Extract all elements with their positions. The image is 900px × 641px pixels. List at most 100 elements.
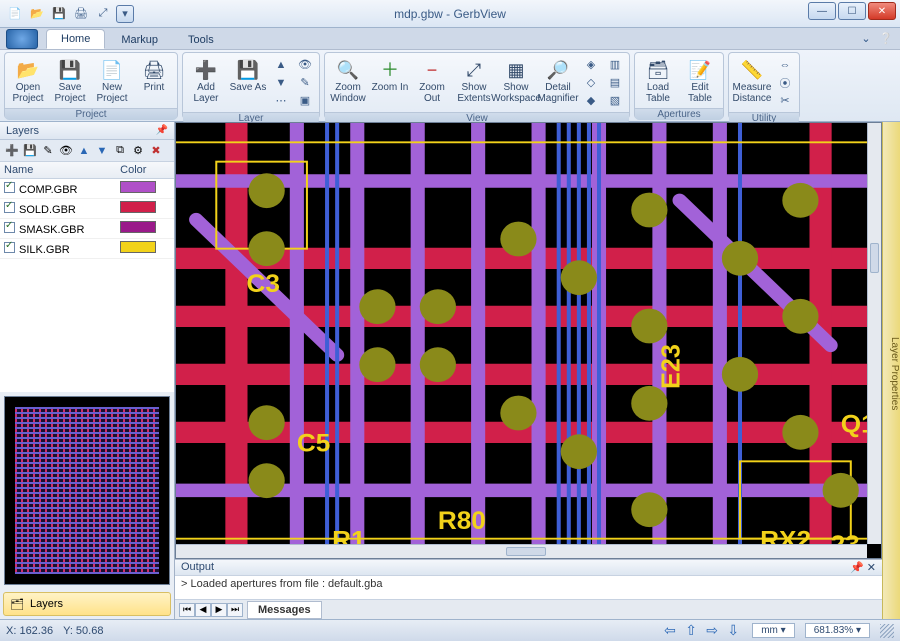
vertical-scrollbar[interactable] [867, 123, 881, 544]
layer-up-icon[interactable]: ▲ [270, 56, 292, 73]
pan-down-icon[interactable]: ⇩ [724, 623, 742, 639]
horizontal-scrollbar[interactable] [176, 544, 867, 558]
save-as-button[interactable]: 💾Save As [227, 55, 269, 96]
layer-tool-down-icon[interactable]: ▼ [94, 143, 110, 159]
tab-markup[interactable]: Markup [107, 31, 172, 49]
pan-left-icon[interactable]: ⇦ [661, 623, 679, 639]
layer-checkbox[interactable] [4, 182, 15, 193]
print-icon[interactable]: 🖨 [72, 5, 90, 23]
open-project-button[interactable]: 📂Open Project [7, 55, 49, 106]
show-extents-button[interactable]: ⤢Show Extents [453, 55, 495, 106]
zoom-in-icon: ＋ [376, 57, 404, 83]
layer-tool-copy-icon[interactable]: ⧉ [112, 143, 128, 159]
tab-tools[interactable]: Tools [174, 31, 228, 49]
zoom-in-button[interactable]: ＋Zoom In [369, 55, 411, 96]
save-project-button[interactable]: 💾Save Project [49, 55, 91, 106]
folder-open-icon: 📂 [14, 57, 42, 83]
layer-checkbox[interactable] [4, 222, 15, 233]
show-workspace-button[interactable]: ▦Show Workspace [495, 55, 537, 106]
window-title: mdp.gbw - GerbView [394, 7, 506, 21]
util-opt1-icon[interactable]: ⇔ [774, 56, 796, 73]
messages-tab[interactable]: Messages [247, 601, 322, 619]
view-opt1-icon[interactable]: ◈ [580, 56, 602, 73]
pin-icon[interactable]: 📌 [156, 125, 168, 136]
layer-tool-add-icon[interactable]: ➕ [4, 143, 20, 159]
table-load-icon: 🗃 [644, 57, 672, 83]
add-layer-icon: ➕ [192, 57, 220, 83]
group-label-apertures: Apertures [635, 108, 723, 120]
view-opt3-icon[interactable]: ◆ [580, 92, 602, 109]
msg-next-icon[interactable]: ▶ [211, 603, 227, 617]
load-table-button[interactable]: 🗃Load Table [637, 55, 679, 106]
util-opt2-icon[interactable]: ⦿ [774, 74, 796, 91]
zoom-level[interactable]: 681.83% ▾ [805, 623, 870, 638]
group-view: 🔍Zoom Window ＋Zoom In −Zoom Out ⤢Show Ex… [324, 52, 630, 119]
view-opt4-icon[interactable]: ▥ [604, 56, 626, 73]
add-layer-button[interactable]: ➕Add Layer [185, 55, 227, 106]
layer-tool-prop-icon[interactable]: ⚙ [130, 143, 146, 159]
layer-tool-save-icon[interactable]: 💾 [22, 143, 38, 159]
overview-thumbnail[interactable] [4, 396, 170, 585]
unit-selector[interactable]: mm ▾ [752, 623, 794, 638]
detail-magnifier-button[interactable]: 🔎Detail Magnifier [537, 55, 579, 106]
msg-last-icon[interactable]: ⏭ [227, 603, 243, 617]
layers-tab-button[interactable]: 🗂Layers [3, 592, 171, 616]
measure-distance-button[interactable]: 📏Measure Distance [731, 55, 773, 106]
layer-tool-delete-icon[interactable]: ✖ [148, 143, 164, 159]
layers-list[interactable]: NameColor COMP.GBR SOLD.GBR SMASK.GBR SI… [0, 162, 174, 392]
output-pin-icon[interactable]: 📌 ✕ [850, 561, 876, 574]
view-opt6-icon[interactable]: ▧ [604, 92, 626, 109]
group-layer: ➕Add Layer 💾Save As ▲ ▼ ⋯ 👁 ✎ ▣ Layer [182, 52, 320, 119]
msg-prev-icon[interactable]: ◀ [195, 603, 211, 617]
view-opt5-icon[interactable]: ▤ [604, 74, 626, 91]
color-swatch[interactable] [120, 221, 156, 233]
qat-dropdown-icon[interactable]: ▾ [116, 5, 134, 23]
layer-properties-tab[interactable]: Layer Properties [882, 122, 900, 619]
tab-home[interactable]: Home [46, 29, 105, 49]
pcb-canvas[interactable]: C3 C5 R1 R80 E23 RX2 23 Q1 [175, 122, 882, 559]
msg-first-icon[interactable]: ⏮ [179, 603, 195, 617]
layer-menu-icon[interactable]: ⋯ [270, 92, 292, 109]
layer-visible-icon[interactable]: 👁 [294, 56, 316, 73]
save-icon[interactable]: 💾 [50, 5, 68, 23]
new-project-button[interactable]: 📄New Project [91, 55, 133, 106]
open-icon[interactable]: 📂 [28, 5, 46, 23]
workspace-icon: ▦ [502, 57, 530, 83]
col-color[interactable]: Color [116, 162, 174, 179]
layer-checkbox[interactable] [4, 242, 15, 253]
resize-grip[interactable] [880, 624, 894, 638]
print-button[interactable]: 🖨Print [133, 55, 175, 96]
ribbon-minimize-icon[interactable]: ⌄ [858, 30, 874, 46]
zoom-out-button[interactable]: −Zoom Out [411, 55, 453, 106]
edit-table-button[interactable]: 📝Edit Table [679, 55, 721, 106]
titlebar: 📄 📂 💾 🖨 ⤢ ▾ mdp.gbw - GerbView — ☐ ✕ [0, 0, 900, 28]
col-name[interactable]: Name [0, 162, 116, 179]
layer-down-icon[interactable]: ▼ [270, 74, 292, 91]
expand-icon[interactable]: ⤢ [94, 5, 112, 23]
util-opt3-icon[interactable]: ✂ [774, 92, 796, 109]
layer-tool-edit-icon[interactable]: ✎ [40, 143, 56, 159]
color-swatch[interactable] [120, 241, 156, 253]
layer-color-icon[interactable]: ▣ [294, 92, 316, 109]
layer-row: SOLD.GBR [0, 199, 174, 219]
app-menu-button[interactable] [6, 29, 38, 49]
layer-tool-visible-icon[interactable]: 👁 [58, 143, 74, 159]
layer-row: SILK.GBR [0, 239, 174, 259]
layer-tool-up-icon[interactable]: ▲ [76, 143, 92, 159]
help-icon[interactable]: ❔ [878, 30, 894, 46]
layer-lock-icon[interactable]: ✎ [294, 74, 316, 91]
new-icon[interactable]: 📄 [6, 5, 24, 23]
layer-checkbox[interactable] [4, 202, 15, 213]
maximize-button[interactable]: ☐ [838, 2, 866, 20]
color-swatch[interactable] [120, 201, 156, 213]
pan-right-icon[interactable]: ⇨ [703, 623, 721, 639]
close-button[interactable]: ✕ [868, 2, 896, 20]
view-opt2-icon[interactable]: ◇ [580, 74, 602, 91]
zoom-window-button[interactable]: 🔍Zoom Window [327, 55, 369, 106]
color-swatch[interactable] [120, 181, 156, 193]
svg-text:R80: R80 [438, 507, 486, 534]
minimize-button[interactable]: — [808, 2, 836, 20]
statusbar: X: 162.36 Y: 50.68 ⇦ ⇧ ⇨ ⇩ mm ▾ 681.83% … [0, 619, 900, 641]
pan-up-icon[interactable]: ⇧ [682, 623, 700, 639]
layers-toolbar: ➕ 💾 ✎ 👁 ▲ ▼ ⧉ ⚙ ✖ [0, 140, 174, 162]
